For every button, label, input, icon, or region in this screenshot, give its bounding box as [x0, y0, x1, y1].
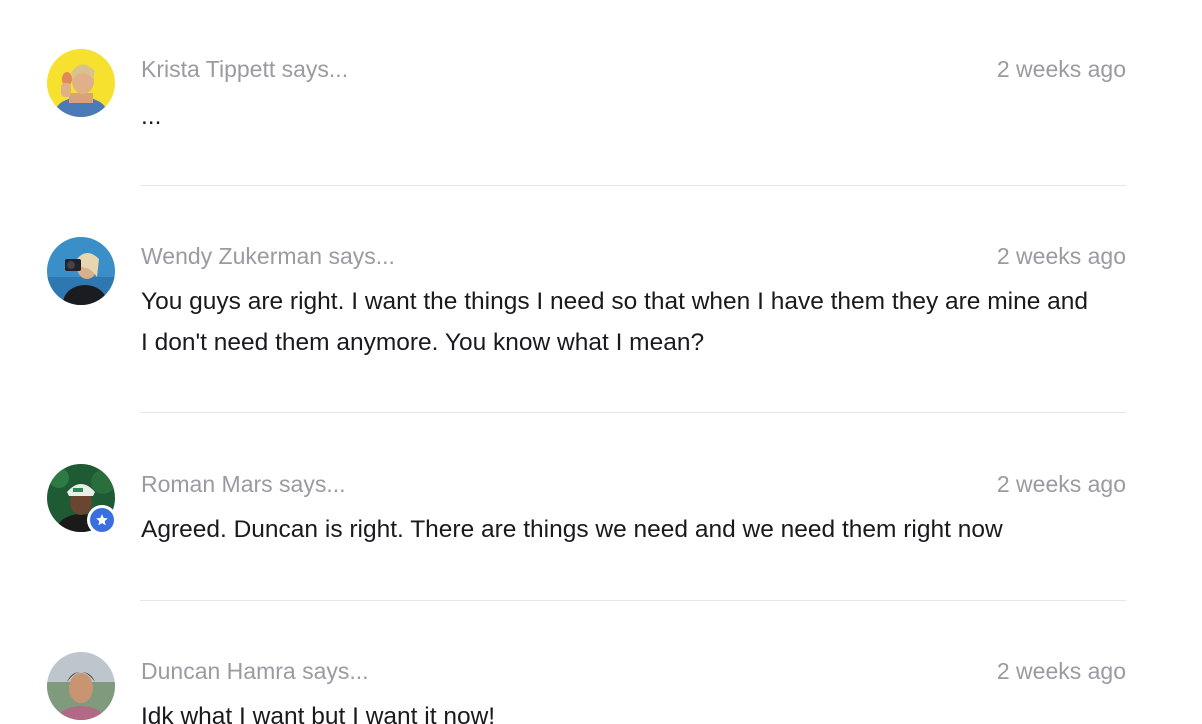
- comment-timestamp: 2 weeks ago: [996, 243, 1126, 269]
- comment-list: Krista Tippett says... 2 weeks ago ... W…: [0, 0, 1202, 724]
- comment-timestamp: 2 weeks ago: [996, 56, 1126, 82]
- divider: [140, 600, 1126, 601]
- comment-author[interactable]: Krista Tippett says...: [141, 56, 348, 83]
- comment-author[interactable]: Wendy Zukerman says...: [141, 243, 395, 270]
- avatar[interactable]: [47, 237, 115, 305]
- comment-timestamp: 2 weeks ago: [996, 658, 1126, 684]
- avatar[interactable]: [47, 49, 115, 117]
- comment-text: You guys are right. I want the things I …: [141, 288, 1089, 356]
- verified-badge: [87, 505, 117, 535]
- divider: [140, 412, 1126, 413]
- comment-timestamp: 2 weeks ago: [996, 471, 1126, 497]
- divider: [140, 185, 1126, 186]
- comment-text: Idk what I want but I want it now!: [141, 703, 496, 724]
- star-icon: [90, 508, 114, 532]
- comment-author[interactable]: Duncan Hamra says...: [141, 658, 369, 685]
- avatar-wendy-icon: [47, 237, 115, 305]
- avatar-duncan-icon: [47, 652, 115, 720]
- comment-author[interactable]: Roman Mars says...: [141, 471, 346, 498]
- avatar[interactable]: [47, 652, 115, 720]
- comment-text: Agreed. Duncan is right. There are thing…: [141, 516, 1003, 543]
- comment-text: ...: [141, 103, 162, 130]
- avatar-krista-icon: [47, 49, 115, 117]
